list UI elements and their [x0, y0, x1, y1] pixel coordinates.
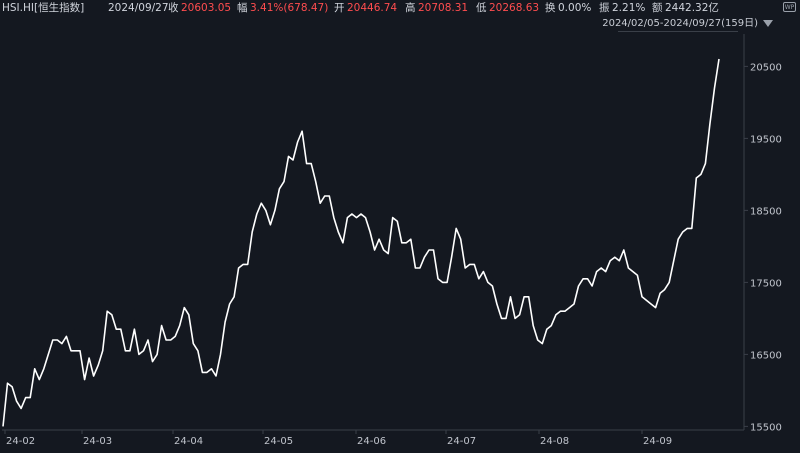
x-tick-label: 24-06 — [357, 436, 386, 447]
index-line-chart[interactable]: 155001650017500185001950020500 24-02 24-0… — [0, 0, 800, 453]
y-tick-label: 17500 — [750, 278, 782, 289]
y-tick-label: 15500 — [750, 422, 782, 433]
x-tick-label: 24-03 — [83, 436, 112, 447]
y-tick-label: 18500 — [750, 206, 782, 217]
x-axis: 24-02 24-03 24-04 24-05 24-06 24-07 24-08 24-09 — [4, 430, 672, 447]
y-tick-label: 16500 — [750, 350, 782, 361]
x-tick-label: 24-05 — [264, 436, 293, 447]
x-tick-label: 24-04 — [174, 436, 203, 447]
chart-frame — [2, 34, 745, 431]
x-tick-label: 24-02 — [6, 436, 35, 447]
x-tick-label: 24-09 — [643, 436, 672, 447]
y-tick-label: 19500 — [750, 134, 782, 145]
hsi-price-line — [2, 58, 720, 427]
y-axis: 15500 16500 17500 18500 19500 20500 — [744, 62, 782, 433]
x-tick-label: 24-07 — [447, 436, 476, 447]
x-tick-label: 24-08 — [540, 436, 569, 447]
y-tick-label: 20500 — [750, 62, 782, 73]
